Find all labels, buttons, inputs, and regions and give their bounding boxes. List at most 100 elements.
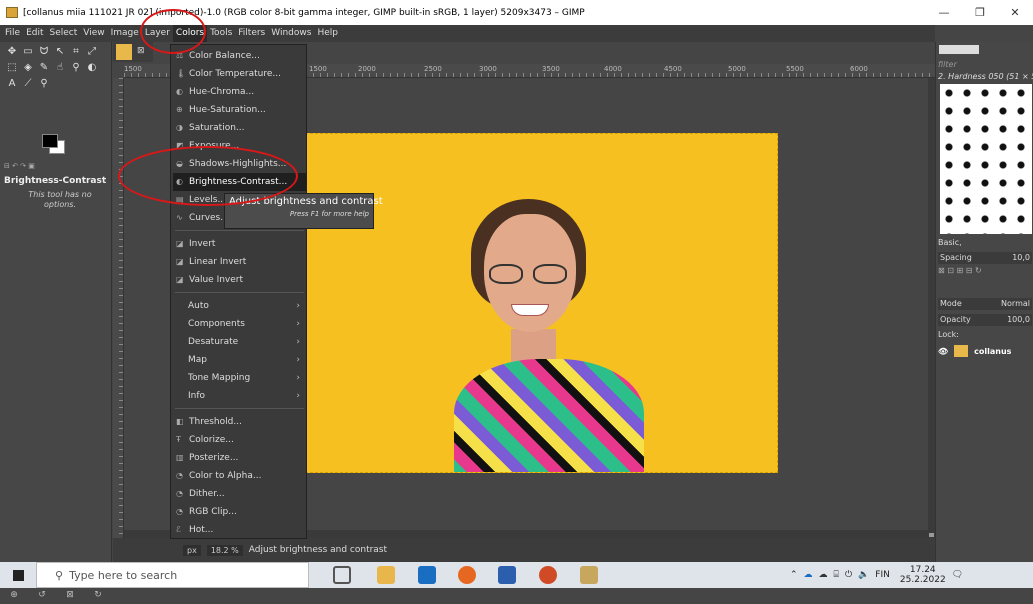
menu-item-linear-invert[interactable]: ◪ Linear Invert — [173, 253, 306, 271]
ruler-label: 3500 — [542, 65, 560, 73]
start-button[interactable] — [0, 562, 36, 588]
spacing-slider[interactable]: Spacing 10,0 — [938, 252, 1032, 264]
menu-item-threshold[interactable]: ◧ Threshold... — [173, 413, 306, 431]
foreground-color-swatch[interactable] — [42, 134, 58, 148]
menu-select[interactable]: Select — [47, 25, 81, 42]
menu-item-color-to-alpha[interactable]: ◔ Color to Alpha... — [173, 467, 306, 485]
notifications-icon[interactable]: 🗨 — [952, 570, 963, 580]
vertical-scrollbar[interactable] — [928, 78, 935, 538]
brush-actions[interactable]: ⊠ ⊡ ⊞ ⊟ ↻ — [938, 266, 982, 275]
status-message: Adjust brightness and contrast — [248, 545, 388, 555]
clone-icon[interactable]: ⚲ — [70, 62, 82, 74]
file-explorer-icon[interactable] — [377, 566, 395, 584]
save-options-icon[interactable]: ⊕ — [10, 590, 18, 600]
word-icon[interactable] — [498, 566, 516, 584]
move-tool-icon[interactable]: ✥ — [6, 46, 18, 58]
zoom-icon[interactable]: ⚲ — [38, 78, 50, 90]
bucket-fill-icon[interactable]: ◈ — [22, 62, 34, 74]
path-icon[interactable]: ↖ — [54, 46, 66, 58]
brush-icon[interactable]: ✎ — [38, 62, 50, 74]
unit-select[interactable]: px — [183, 544, 201, 556]
menu-item-value-invert[interactable]: ◪ Value Invert — [173, 271, 306, 289]
menu-item-components[interactable]: Components › — [173, 315, 306, 333]
menu-item-saturation[interactable]: ◑ Saturation... — [173, 119, 306, 137]
network-icon[interactable]: ⌸ — [834, 570, 839, 580]
zoom-select[interactable]: 18.2 % — [206, 544, 243, 556]
menu-file[interactable]: File — [2, 25, 23, 42]
transform-icon[interactable]: ⤢ — [86, 46, 98, 58]
minimize-button[interactable]: — — [926, 0, 962, 25]
restore-options-icon[interactable]: ↺ — [38, 590, 46, 600]
system-tray: ⌃ ☁ ☁ ⌸ ⏻ 🔈 FIN 17.24 25.2.2022 🗨 — [790, 562, 1033, 588]
close-tab-icon[interactable]: ⊠ — [137, 46, 145, 56]
menu-item-dither[interactable]: ◔ Dither... — [173, 485, 306, 503]
outlook-icon[interactable] — [418, 566, 436, 584]
menu-windows[interactable]: Windows — [268, 25, 314, 42]
opacity-value: 100,0 — [1007, 315, 1030, 324]
menu-help[interactable]: Help — [314, 25, 341, 42]
dock-tab-icons[interactable]: ⊟ ↶ ↷ ▣ — [4, 162, 108, 172]
mode-select[interactable]: Mode Normal — [938, 298, 1032, 310]
menu-item-colorize[interactable]: Ŧ Colorize... — [173, 431, 306, 449]
power-icon[interactable]: ⏻ — [845, 570, 852, 580]
photo-smile — [511, 304, 549, 316]
eye-icon[interactable]: 👁 — [938, 347, 948, 356]
language-indicator[interactable]: FIN — [875, 570, 890, 580]
menu-item-auto[interactable]: Auto › — [173, 297, 306, 315]
powerpoint-icon[interactable] — [539, 566, 557, 584]
ruler-label: 4500 — [664, 65, 682, 73]
menu-view[interactable]: View — [80, 25, 107, 42]
menu-item-info[interactable]: Info › — [173, 387, 306, 405]
menu-item-color-balance[interactable]: ⚖ Color Balance... — [173, 47, 306, 65]
menu-item-color-temperature[interactable]: 🌡 Color Temperature... — [173, 65, 306, 83]
menu-item-invert[interactable]: ◪ Invert — [173, 235, 306, 253]
dodge-icon[interactable]: ◐ — [86, 62, 98, 74]
show-hidden-icons[interactable]: ⌃ — [790, 570, 798, 580]
menu-item-desaturate[interactable]: Desaturate › — [173, 333, 306, 351]
menu-filters[interactable]: Filters — [235, 25, 268, 42]
brush-grid[interactable] — [940, 84, 1032, 234]
measure-icon[interactable]: ⟋ — [22, 78, 34, 90]
layer-thumbnail — [954, 345, 969, 357]
layer-row[interactable]: 👁 collanus — [938, 344, 1032, 358]
menu-item-rgb-clip[interactable]: ◔ RGB Clip... — [173, 503, 306, 521]
warp-icon[interactable]: ⬚ — [6, 62, 18, 74]
fg-bg-colors[interactable] — [42, 134, 66, 154]
close-button[interactable]: ✕ — [997, 0, 1033, 25]
maximize-button[interactable]: ❐ — [962, 0, 998, 25]
onedrive-icon[interactable]: ☁ — [804, 570, 813, 580]
menu-tools[interactable]: Tools — [207, 25, 235, 42]
photo-canvas[interactable] — [305, 133, 778, 473]
menu-item-hue-saturation[interactable]: ⊕ Hue-Saturation... — [173, 101, 306, 119]
photo-shirt — [454, 359, 644, 472]
onedrive-business-icon[interactable]: ☁ — [819, 570, 828, 580]
scroll-thumb[interactable] — [929, 533, 934, 537]
menu-item-map[interactable]: Map › — [173, 351, 306, 369]
clock-date: 25.2.2022 — [899, 575, 946, 585]
text-icon[interactable]: A — [6, 78, 18, 90]
crop-icon[interactable]: ⌗ — [70, 46, 82, 58]
gimp-taskbar-icon[interactable] — [580, 566, 598, 584]
saturation-icon: ◑ — [176, 123, 183, 132]
smudge-icon[interactable]: ☝ — [54, 62, 66, 74]
menu-item-posterize[interactable]: ▥ Posterize... — [173, 449, 306, 467]
brush-filter-input[interactable]: filter — [938, 60, 1032, 70]
reset-options-icon[interactable]: ↻ — [94, 590, 102, 600]
opacity-slider[interactable]: Opacity 100,0 — [938, 314, 1032, 326]
firefox-icon[interactable] — [458, 566, 476, 584]
volume-icon[interactable]: 🔈 — [858, 570, 869, 580]
dock-tabs[interactable] — [939, 45, 979, 54]
menu-image[interactable]: Image — [108, 25, 142, 42]
menu-item-hot[interactable]: ℰ Hot... — [173, 521, 306, 539]
menu-item-hue-chroma[interactable]: ◐ Hue-Chroma... — [173, 83, 306, 101]
vertical-ruler[interactable] — [113, 78, 124, 538]
rect-select-icon[interactable]: ▭ — [22, 46, 34, 58]
task-view-icon[interactable] — [333, 566, 351, 584]
menu-edit[interactable]: Edit — [23, 25, 46, 42]
taskbar-search[interactable]: ⚲ Type here to search — [36, 562, 309, 588]
lasso-icon[interactable]: ᗢ — [38, 46, 50, 58]
menu-item-tone-mapping[interactable]: Tone Mapping › — [173, 369, 306, 387]
tooltip-hint: Press F1 for more help — [289, 210, 369, 218]
delete-options-icon[interactable]: ⊠ — [66, 590, 74, 600]
clock[interactable]: 17.24 25.2.2022 — [900, 565, 946, 585]
